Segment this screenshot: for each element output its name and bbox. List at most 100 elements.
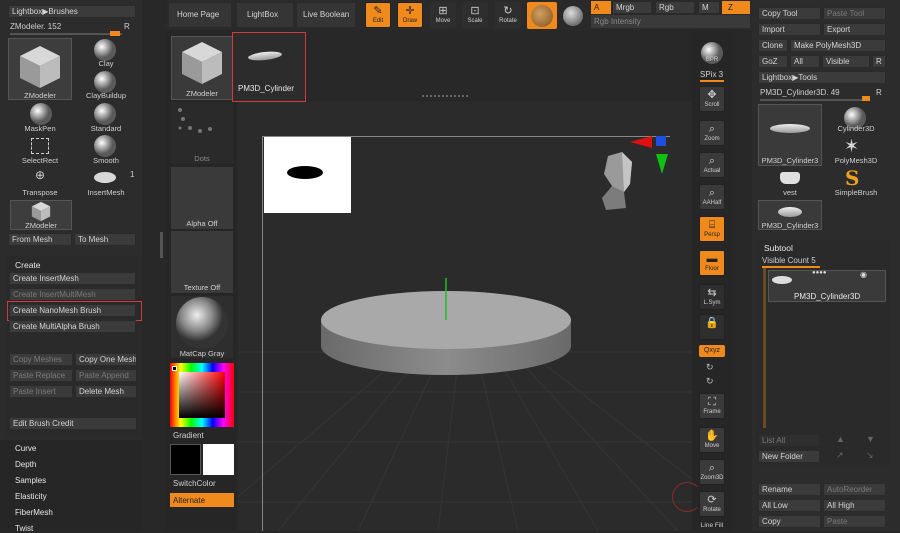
lightbox-tools-button[interactable]: Lightbox▶Tools [758,71,886,84]
menu-fibermesh[interactable]: FiberMesh [15,508,53,517]
s-brush-icon: S [845,166,860,190]
persp-button[interactable]: ⌸ Persp [699,216,725,242]
create-insertmesh-button[interactable]: Create InsertMesh [9,272,136,285]
create-insertmultimesh-button[interactable]: Create InsertMultiMesh [9,288,136,301]
list-all-button[interactable]: List All [758,434,820,447]
draw-button[interactable]: ✛ Draw [397,2,423,28]
menu-twist[interactable]: Twist [15,524,33,533]
subtool-item-name: PM3D_Cylinder3D [794,292,861,301]
rotate-button[interactable]: ↻ Rotate [495,2,521,28]
autoreorder-button[interactable]: AutoReorder [823,483,886,496]
tool-r-label[interactable]: R [876,88,882,97]
create-header[interactable]: Create [15,260,41,270]
mrgb-button[interactable]: Mrgb [612,1,652,14]
visible-button[interactable]: Visible [822,55,870,68]
scroll-button[interactable]: ✥ Scroll [699,86,725,112]
clone-button[interactable]: Clone [758,39,788,52]
z-toggle[interactable] [722,1,750,14]
delete-mesh-button[interactable]: Delete Mesh [75,385,137,398]
rename-button[interactable]: Rename [758,483,821,496]
switchcolor-label[interactable]: SwitchColor [173,479,216,488]
menu-depth[interactable]: Depth [15,460,36,469]
arrow-icon[interactable]: ↗ [836,450,844,461]
move-icon: ⊞ [438,5,448,17]
arrow-icon-2[interactable]: ↘ [866,450,874,461]
texture-sphere-icon[interactable] [563,6,583,26]
cylinder-model[interactable] [318,276,574,386]
copy-button[interactable]: Copy [758,515,821,528]
r-label[interactable]: R [124,22,130,31]
edit-brush-credit-button[interactable]: Edit Brush Credit [9,417,137,430]
menu-curve[interactable]: Curve [15,444,36,453]
from-mesh-button[interactable]: From Mesh [8,233,72,246]
frame-button[interactable]: ⛶ Frame [699,393,725,419]
lsym-button[interactable]: ⇆ L.Sym [699,284,725,310]
paste-button[interactable]: Paste [823,515,886,528]
axis-gizmo-icon[interactable] [628,134,670,176]
arrow-up-icon[interactable]: ▲ [836,434,845,444]
m-button[interactable]: M [698,1,720,14]
zoom-icon: ⌕ [708,123,716,135]
lightbox-brushes-button[interactable]: Lightbox▶Brushes [8,5,136,18]
secondary-color-swatch[interactable] [203,444,234,475]
primary-color-swatch[interactable] [170,444,201,475]
create-multialpha-button[interactable]: Create MultiAlpha Brush [9,320,136,333]
star-icon: ✶ [844,136,860,156]
copy-one-mesh-button[interactable]: Copy One Mesh [75,353,137,366]
spix-slider[interactable] [700,80,724,82]
tab-lightbox[interactable]: LightBox [236,2,294,28]
left-scrollbar[interactable] [160,232,163,258]
aahalf-button[interactable]: ⌕ AAHalf [699,184,725,210]
new-folder-button[interactable]: New Folder [758,450,820,463]
visible-count-slider[interactable] [762,266,820,268]
copy-tool-button[interactable]: Copy Tool [758,7,821,20]
all-button[interactable]: All [790,55,820,68]
actual-button[interactable]: ⌕ Actual [699,152,725,178]
paste-insert-button[interactable]: Paste Insert [9,385,73,398]
tab-home-page[interactable]: Home Page [168,2,232,28]
rotate-view-button[interactable]: ⟳ Rotate [699,491,725,517]
lock-button[interactable]: 🔒 [699,314,725,340]
make-polymesh-button[interactable]: Make PolyMesh3D [790,39,886,52]
move-button[interactable]: ⊞ Move [430,2,456,28]
subtool-visibility-icon[interactable]: ◉ [860,270,867,279]
axis-small-icon-2[interactable]: ↻ [706,376,714,387]
zoom3d-button[interactable]: ⌕ Zoom3D [699,459,725,485]
gradient-label[interactable]: Gradient [173,431,204,440]
paste-tool-button[interactable]: Paste Tool [823,7,886,20]
zoom-button[interactable]: ⌕ Zoom [699,120,725,146]
r-button[interactable]: R [872,55,886,68]
import-button[interactable]: Import [758,23,821,36]
color-square[interactable] [179,372,225,418]
axis-small-icon[interactable]: ↻ [706,362,714,373]
paste-append-button[interactable]: Paste Append [75,369,137,382]
arrow-down-icon[interactable]: ▼ [866,434,875,444]
tool-name: PM3D_Cylinder3 [761,156,819,165]
viewport-top-handle[interactable] [422,95,468,98]
goz-button[interactable]: GoZ [758,55,788,68]
tab-live-boolean[interactable]: Live Boolean [296,2,356,28]
scale-button[interactable]: ⊡ Scale [462,2,488,28]
move-view-button[interactable]: ✋ Move [699,427,725,453]
spix-label[interactable]: SPix 3 [700,70,723,79]
line-fill-label[interactable]: Line Fill [694,522,730,529]
floor-button[interactable]: ▬ Floor [699,250,725,276]
rotate3d-icon: ⟳ [707,494,717,506]
subtool-header[interactable]: Subtool [764,243,793,253]
cube-icon [20,46,60,88]
all-high-button[interactable]: All High [823,499,886,512]
menu-elasticity[interactable]: Elasticity [15,492,47,501]
menu-samples[interactable]: Samples [15,476,46,485]
a-label: A [594,3,600,12]
to-mesh-button[interactable]: To Mesh [74,233,136,246]
paste-replace-button[interactable]: Paste Replace [9,369,73,382]
tool-slider[interactable] [760,99,870,101]
rgb-button[interactable]: Rgb [655,1,695,14]
edit-button[interactable]: ✎ Edit [365,2,391,28]
export-button[interactable]: Export [823,23,886,36]
brush-slider[interactable] [10,33,122,35]
brush-name: Clay [98,59,114,68]
subtool-scrollbar[interactable] [763,268,766,428]
copy-meshes-button[interactable]: Copy Meshes [9,353,73,366]
all-low-button[interactable]: All Low [758,499,821,512]
